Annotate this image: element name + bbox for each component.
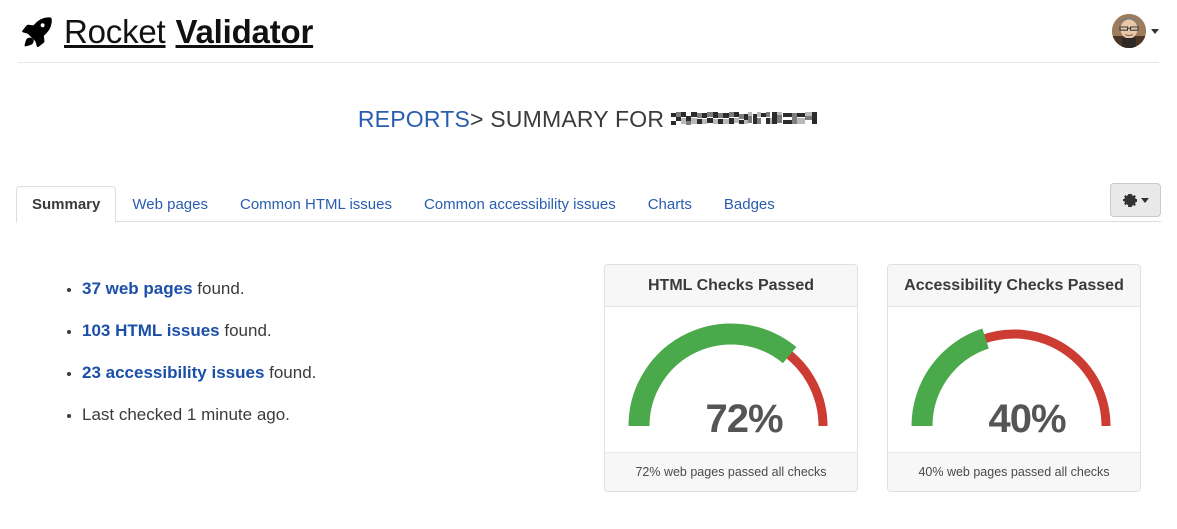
gauge-cards: HTML Checks Passed 72% 72% web pages pas… [604, 264, 1141, 492]
tab-common-html-issues[interactable]: Common HTML issues [224, 186, 408, 223]
tab-common-accessibility-issues[interactable]: Common accessibility issues [408, 186, 632, 223]
header-divider [18, 62, 1159, 63]
gauge-body: 40% [888, 307, 1140, 452]
card-accessibility-checks-passed: Accessibility Checks Passed 40% 40% web … [887, 264, 1141, 492]
list-item: 103 HTML issues found. [82, 320, 538, 342]
gear-icon [1122, 192, 1138, 208]
card-footer: 72% web pages passed all checks [605, 452, 857, 491]
tab-web-pages[interactable]: Web pages [116, 186, 224, 223]
redacted-site-name [671, 105, 820, 129]
tab-list: Summary Web pages Common HTML issues Com… [16, 186, 791, 223]
card-title: HTML Checks Passed [605, 265, 857, 307]
tab-charts[interactable]: Charts [632, 186, 708, 223]
brand-name-bold: Validator [175, 13, 314, 50]
page-root: Rocket Validator REPORTS> SUMMARY FOR Su… [0, 0, 1177, 529]
chevron-down-icon [1141, 197, 1149, 203]
breadcrumb-reports-link[interactable]: REPORTS [358, 106, 470, 132]
breadcrumb: REPORTS> SUMMARY FOR [0, 103, 1177, 135]
card-html-checks-passed: HTML Checks Passed 72% 72% web pages pas… [604, 264, 858, 492]
list-item-text: found. [192, 279, 245, 298]
tab-summary[interactable]: Summary [16, 186, 117, 223]
list-item: 23 accessibility issues found. [82, 362, 538, 384]
list-item: 37 web pages found. [82, 278, 538, 300]
chevron-down-icon[interactable] [1151, 28, 1159, 34]
breadcrumb-label: SUMMARY FOR [490, 106, 665, 132]
summary-list: 37 web pages found. 103 HTML issues foun… [58, 278, 538, 446]
tab-badges[interactable]: Badges [708, 186, 791, 223]
tab-bar: Summary Web pages Common HTML issues Com… [16, 183, 1161, 223]
list-item-text: found. [219, 321, 272, 340]
gauge-body: 72% [605, 307, 857, 452]
gauge-chart-html [628, 323, 828, 427]
brand-name-light: Rocket [64, 13, 166, 50]
user-menu[interactable] [1112, 14, 1159, 48]
avatar[interactable] [1112, 14, 1146, 48]
breadcrumb-separator: > [470, 106, 484, 132]
brand-logo[interactable]: Rocket Validator [20, 13, 313, 51]
web-pages-link[interactable]: 37 web pages [82, 279, 193, 298]
html-issues-link[interactable]: 103 HTML issues [82, 321, 220, 340]
rocket-icon [20, 15, 54, 49]
card-title: Accessibility Checks Passed [888, 265, 1140, 307]
settings-dropdown-button[interactable] [1110, 183, 1161, 217]
app-header: Rocket Validator [0, 0, 1177, 63]
gauge-chart-accessibility [911, 328, 1111, 427]
last-checked-text: Last checked 1 minute ago. [82, 405, 290, 424]
list-item-text: found. [264, 363, 317, 382]
list-item: Last checked 1 minute ago. [82, 404, 538, 426]
card-footer: 40% web pages passed all checks [888, 452, 1140, 491]
accessibility-issues-link[interactable]: 23 accessibility issues [82, 363, 264, 382]
